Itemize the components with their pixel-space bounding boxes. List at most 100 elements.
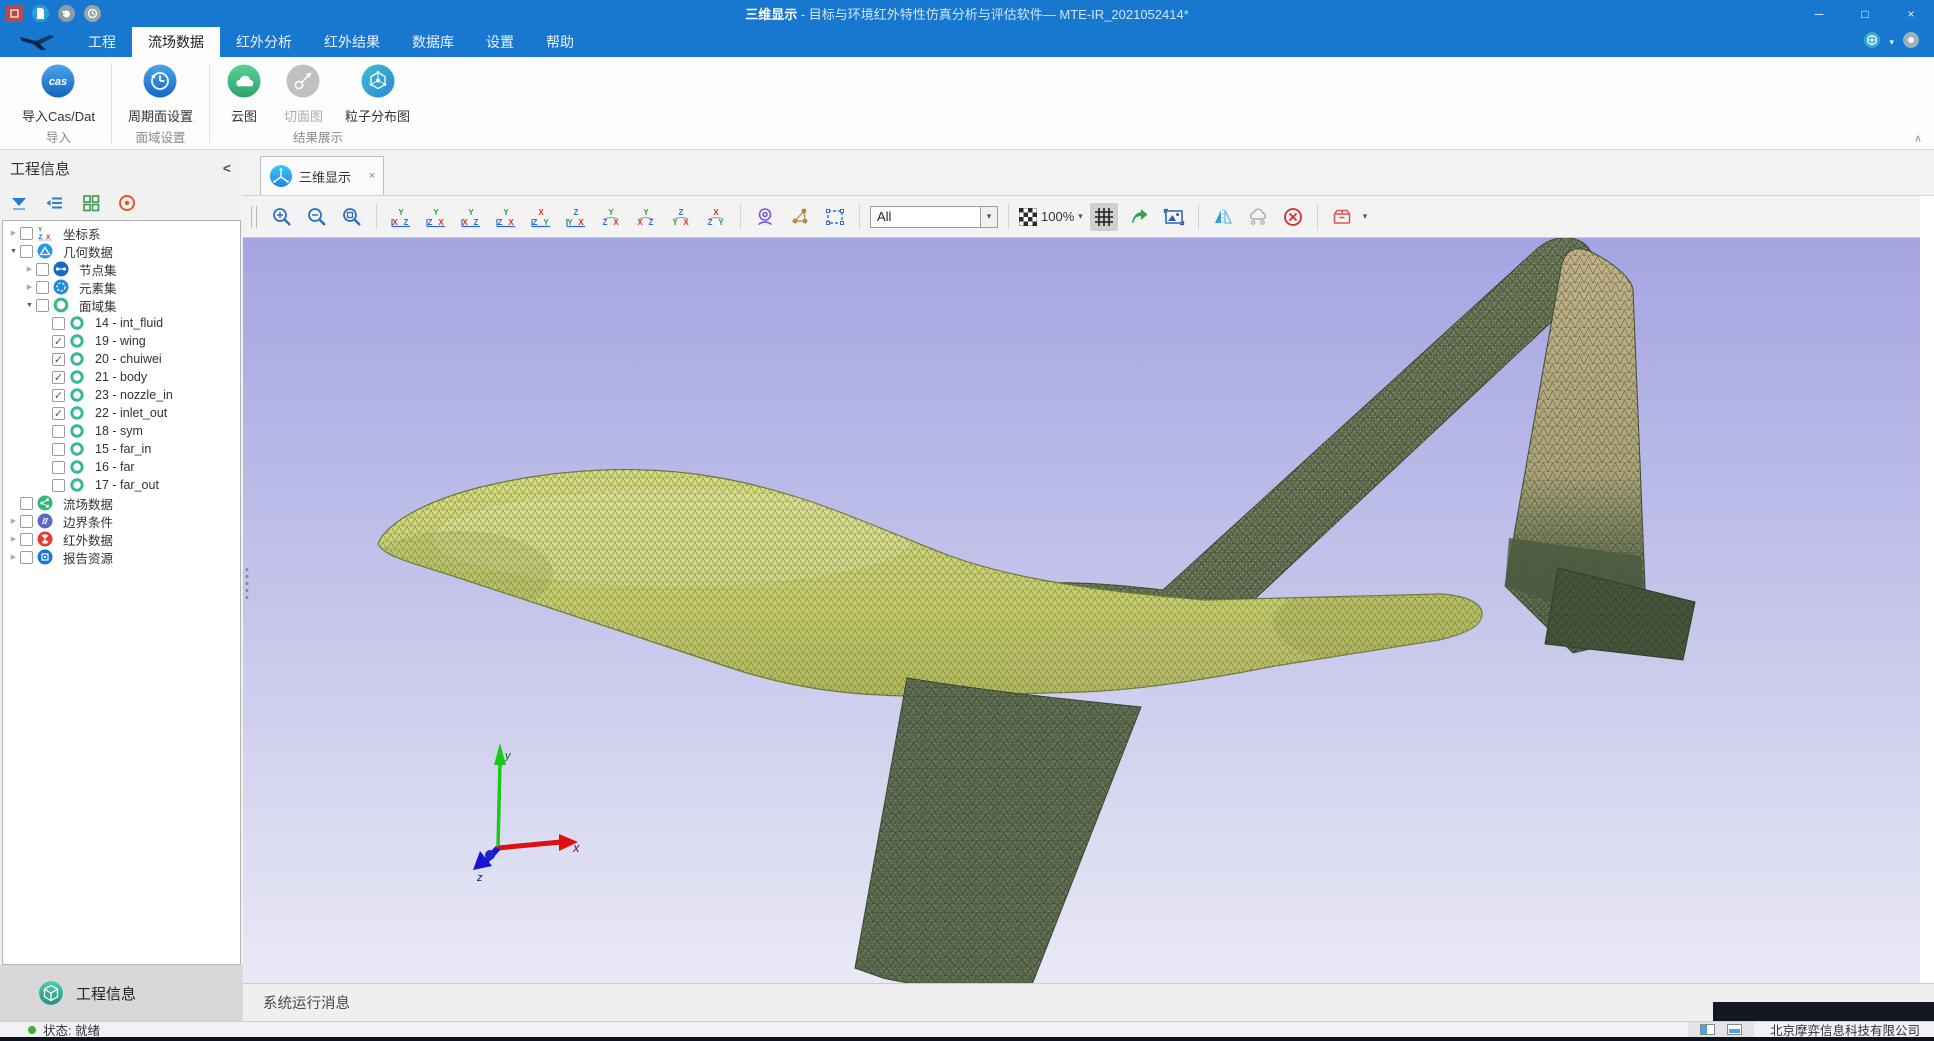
view-iso-3-button[interactable]: ZYX <box>667 203 695 231</box>
maximize-button[interactable]: □ <box>1842 0 1888 27</box>
combobox-caret-icon[interactable]: ▾ <box>980 207 997 227</box>
tree-checkbox[interactable]: ✓ <box>52 335 65 348</box>
opacity-caret-icon[interactable]: ▾ <box>1078 211 1083 222</box>
zoom-out-button[interactable] <box>303 203 331 231</box>
snapshot-button[interactable] <box>1160 203 1188 231</box>
expand-arrow-icon[interactable]: ▼ <box>7 248 20 255</box>
ribbon-collapse-icon[interactable]: ∧ <box>1914 132 1922 145</box>
tree-checkbox[interactable] <box>52 425 65 438</box>
filter-icon[interactable] <box>8 192 30 214</box>
ribbon-tab[interactable]: 流场数据 <box>132 27 220 57</box>
tree-item[interactable]: ▶报告资源 <box>3 548 240 566</box>
tree-item[interactable]: ▼面域集 <box>3 296 240 314</box>
view-front-button[interactable]: YXZ <box>387 203 415 231</box>
3d-viewport[interactable]: y x z <box>243 238 1920 983</box>
tree-checkbox[interactable]: ✓ <box>52 371 65 384</box>
grid-icon[interactable] <box>80 192 102 214</box>
collapse-arrow-icon[interactable]: ▶ <box>7 517 20 525</box>
tree-checkbox[interactable]: ✓ <box>52 407 65 420</box>
ribbon-button[interactable]: cas导入Cas/Dat <box>16 61 101 127</box>
collapse-arrow-icon[interactable]: ▶ <box>23 265 36 273</box>
archive-caret-icon[interactable]: ▾ <box>1363 211 1368 222</box>
layout-left-icon[interactable] <box>1700 1024 1715 1035</box>
view-iso-4-button[interactable]: XZY <box>702 203 730 231</box>
delete-button[interactable] <box>1279 203 1307 231</box>
ribbon-tab[interactable]: 数据库 <box>396 27 470 57</box>
layout-bottom-icon[interactable] <box>1727 1024 1742 1035</box>
zoom-fit-button[interactable] <box>338 203 366 231</box>
minimize-button[interactable]: ─ <box>1796 0 1842 27</box>
tree-checkbox[interactable] <box>20 245 33 258</box>
tree-checkbox[interactable] <box>20 551 33 564</box>
view-right-button[interactable]: YZX <box>492 203 520 231</box>
view-bottom-button[interactable]: ZYX <box>562 203 590 231</box>
ribbon-button[interactable]: 周期面设置 <box>122 61 199 127</box>
export-arrow-button[interactable] <box>1125 203 1153 231</box>
history-icon[interactable] <box>84 5 101 22</box>
tree-item[interactable]: ✓19 - wing <box>3 332 240 350</box>
ribbon-tab[interactable]: 工程 <box>72 27 132 57</box>
view-back-button[interactable]: YZX <box>422 203 450 231</box>
tree-item[interactable]: ▶元素集 <box>3 278 240 296</box>
tree-item[interactable]: ✓20 - chuiwei <box>3 350 240 368</box>
tree-item[interactable]: 15 - far_in <box>3 440 240 458</box>
tree-item[interactable]: ✓22 - inlet_out <box>3 404 240 422</box>
zoom-in-button[interactable] <box>268 203 296 231</box>
view-left-button[interactable]: YXZ <box>457 203 485 231</box>
view-iso-2-button[interactable]: YXZ <box>632 203 660 231</box>
tree-checkbox[interactable] <box>52 443 65 456</box>
tree-item[interactable]: ✓21 - body <box>3 368 240 386</box>
opacity-control[interactable]: 100% ▾ <box>1019 208 1083 226</box>
tree-item[interactable]: ▶节点集 <box>3 260 240 278</box>
collapse-arrow-icon[interactable]: ▶ <box>7 553 20 561</box>
panel-collapse-icon[interactable]: < <box>223 160 233 176</box>
tree-item[interactable]: 16 - far <box>3 458 240 476</box>
ribbon-button[interactable]: 云图 <box>220 61 268 127</box>
tree-item[interactable]: ▶YZX坐标系 <box>3 224 240 242</box>
save-icon[interactable] <box>32 5 49 22</box>
share-cloud-button[interactable] <box>1244 203 1272 231</box>
camera-button[interactable] <box>751 203 779 231</box>
tree-checkbox[interactable] <box>20 533 33 546</box>
tab-3d-view[interactable]: 三维显示 × <box>260 156 384 195</box>
tree-checkbox[interactable] <box>36 299 49 312</box>
tree-item[interactable]: 17 - far_out <box>3 476 240 494</box>
help-icon[interactable] <box>1902 31 1920 54</box>
ribbon-tab[interactable]: 红外结果 <box>308 27 396 57</box>
mirror-button[interactable] <box>1209 203 1237 231</box>
panel-footer-tab[interactable]: 工程信息 <box>0 965 243 1021</box>
view-iso-1-button[interactable]: YZX <box>597 203 625 231</box>
tree-checkbox[interactable]: ✓ <box>52 353 65 366</box>
box-select-button[interactable] <box>821 203 849 231</box>
ribbon-tab[interactable]: 红外分析 <box>220 27 308 57</box>
display-filter-combobox[interactable]: All ▾ <box>870 206 998 228</box>
node-graph-button[interactable] <box>786 203 814 231</box>
collapse-arrow-icon[interactable]: ▶ <box>7 229 20 237</box>
tree-item[interactable]: ▶边界条件 <box>3 512 240 530</box>
grid-toggle-button[interactable] <box>1090 203 1118 231</box>
undo-icon[interactable] <box>58 5 75 22</box>
tree-checkbox[interactable] <box>36 281 49 294</box>
tree-checkbox[interactable] <box>52 479 65 492</box>
tab-close-icon[interactable]: × <box>369 170 375 182</box>
tree-checkbox[interactable] <box>20 497 33 510</box>
tree-checkbox[interactable] <box>20 515 33 528</box>
target-icon[interactable] <box>116 192 138 214</box>
ribbon-tab[interactable]: 设置 <box>470 27 530 57</box>
panel-splitter-handle[interactable] <box>245 566 249 600</box>
view-top-button[interactable]: XZY <box>527 203 555 231</box>
tree-item[interactable]: 流场数据 <box>3 494 240 512</box>
expand-arrow-icon[interactable]: ▼ <box>23 302 36 309</box>
tree-checkbox[interactable] <box>20 227 33 240</box>
tree-item[interactable]: 14 - int_fluid <box>3 314 240 332</box>
tree-item[interactable]: 18 - sym <box>3 422 240 440</box>
toolbar-drag-handle[interactable] <box>251 206 257 228</box>
tree-checkbox[interactable]: ✓ <box>52 389 65 402</box>
tree-checkbox[interactable] <box>52 461 65 474</box>
dropdown-caret-icon[interactable]: ▾ <box>1889 37 1894 48</box>
archive-box-button[interactable] <box>1328 203 1356 231</box>
close-button[interactable]: × <box>1888 0 1934 27</box>
tree-item[interactable]: ▶红外数据 <box>3 530 240 548</box>
tree-checkbox[interactable] <box>36 263 49 276</box>
app-logo-icon[interactable] <box>6 5 23 22</box>
